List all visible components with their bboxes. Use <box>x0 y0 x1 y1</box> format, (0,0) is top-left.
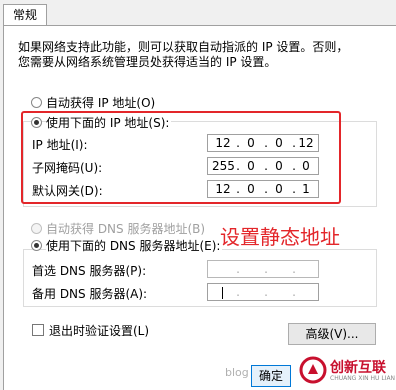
advanced-button[interactable]: 高级(V)... <box>288 323 376 345</box>
dns-manual-label[interactable]: 使用下面的 DNS 服务器地址(E): <box>46 237 223 254</box>
validate-label[interactable]: 退出时验证设置(L) <box>49 322 149 339</box>
dot: . <box>264 285 268 299</box>
logo-icon <box>299 356 327 384</box>
watermark-logo: 创新互联 CHUANG XIN HU LIAN <box>297 352 396 390</box>
ip-auto-radio[interactable] <box>31 97 42 108</box>
annotation-label: 设置静态地址 <box>220 225 340 249</box>
intro-text-line2: 您需要从网络系统管理员处获得适当的 IP 设置。 <box>18 55 277 69</box>
tab-bar <box>0 0 396 26</box>
alternate-dns-label: 备用 DNS 服务器(A): <box>32 287 148 301</box>
dns-manual-radio[interactable] <box>31 240 42 251</box>
watermark-subtext: CHUANG XIN HU LIAN <box>330 375 396 382</box>
ip-auto-label[interactable]: 自动获得 IP 地址(O) <box>46 94 155 111</box>
preferred-dns-label: 首选 DNS 服务器(P): <box>32 264 147 278</box>
dns-auto-label[interactable]: 自动获得 DNS 服务器地址(B) <box>46 220 205 237</box>
tab-general[interactable]: 常规 <box>3 4 47 26</box>
dns-auto-radio[interactable] <box>31 223 42 234</box>
highlight-box <box>21 111 341 204</box>
preferred-dns-field[interactable]: . . . <box>207 260 319 278</box>
ok-button[interactable]: 确定 <box>251 365 291 387</box>
alternate-dns-field[interactable]: . . . <box>207 283 319 301</box>
dot: . <box>236 262 240 276</box>
dot: . <box>292 285 296 299</box>
dot: . <box>292 262 296 276</box>
watermark-text: 创新互联 <box>330 360 386 376</box>
dot: . <box>236 285 240 299</box>
dot: . <box>264 262 268 276</box>
validate-checkbox[interactable] <box>32 324 44 336</box>
text-cursor <box>222 287 223 299</box>
watermark-url: blog <box>225 366 249 379</box>
